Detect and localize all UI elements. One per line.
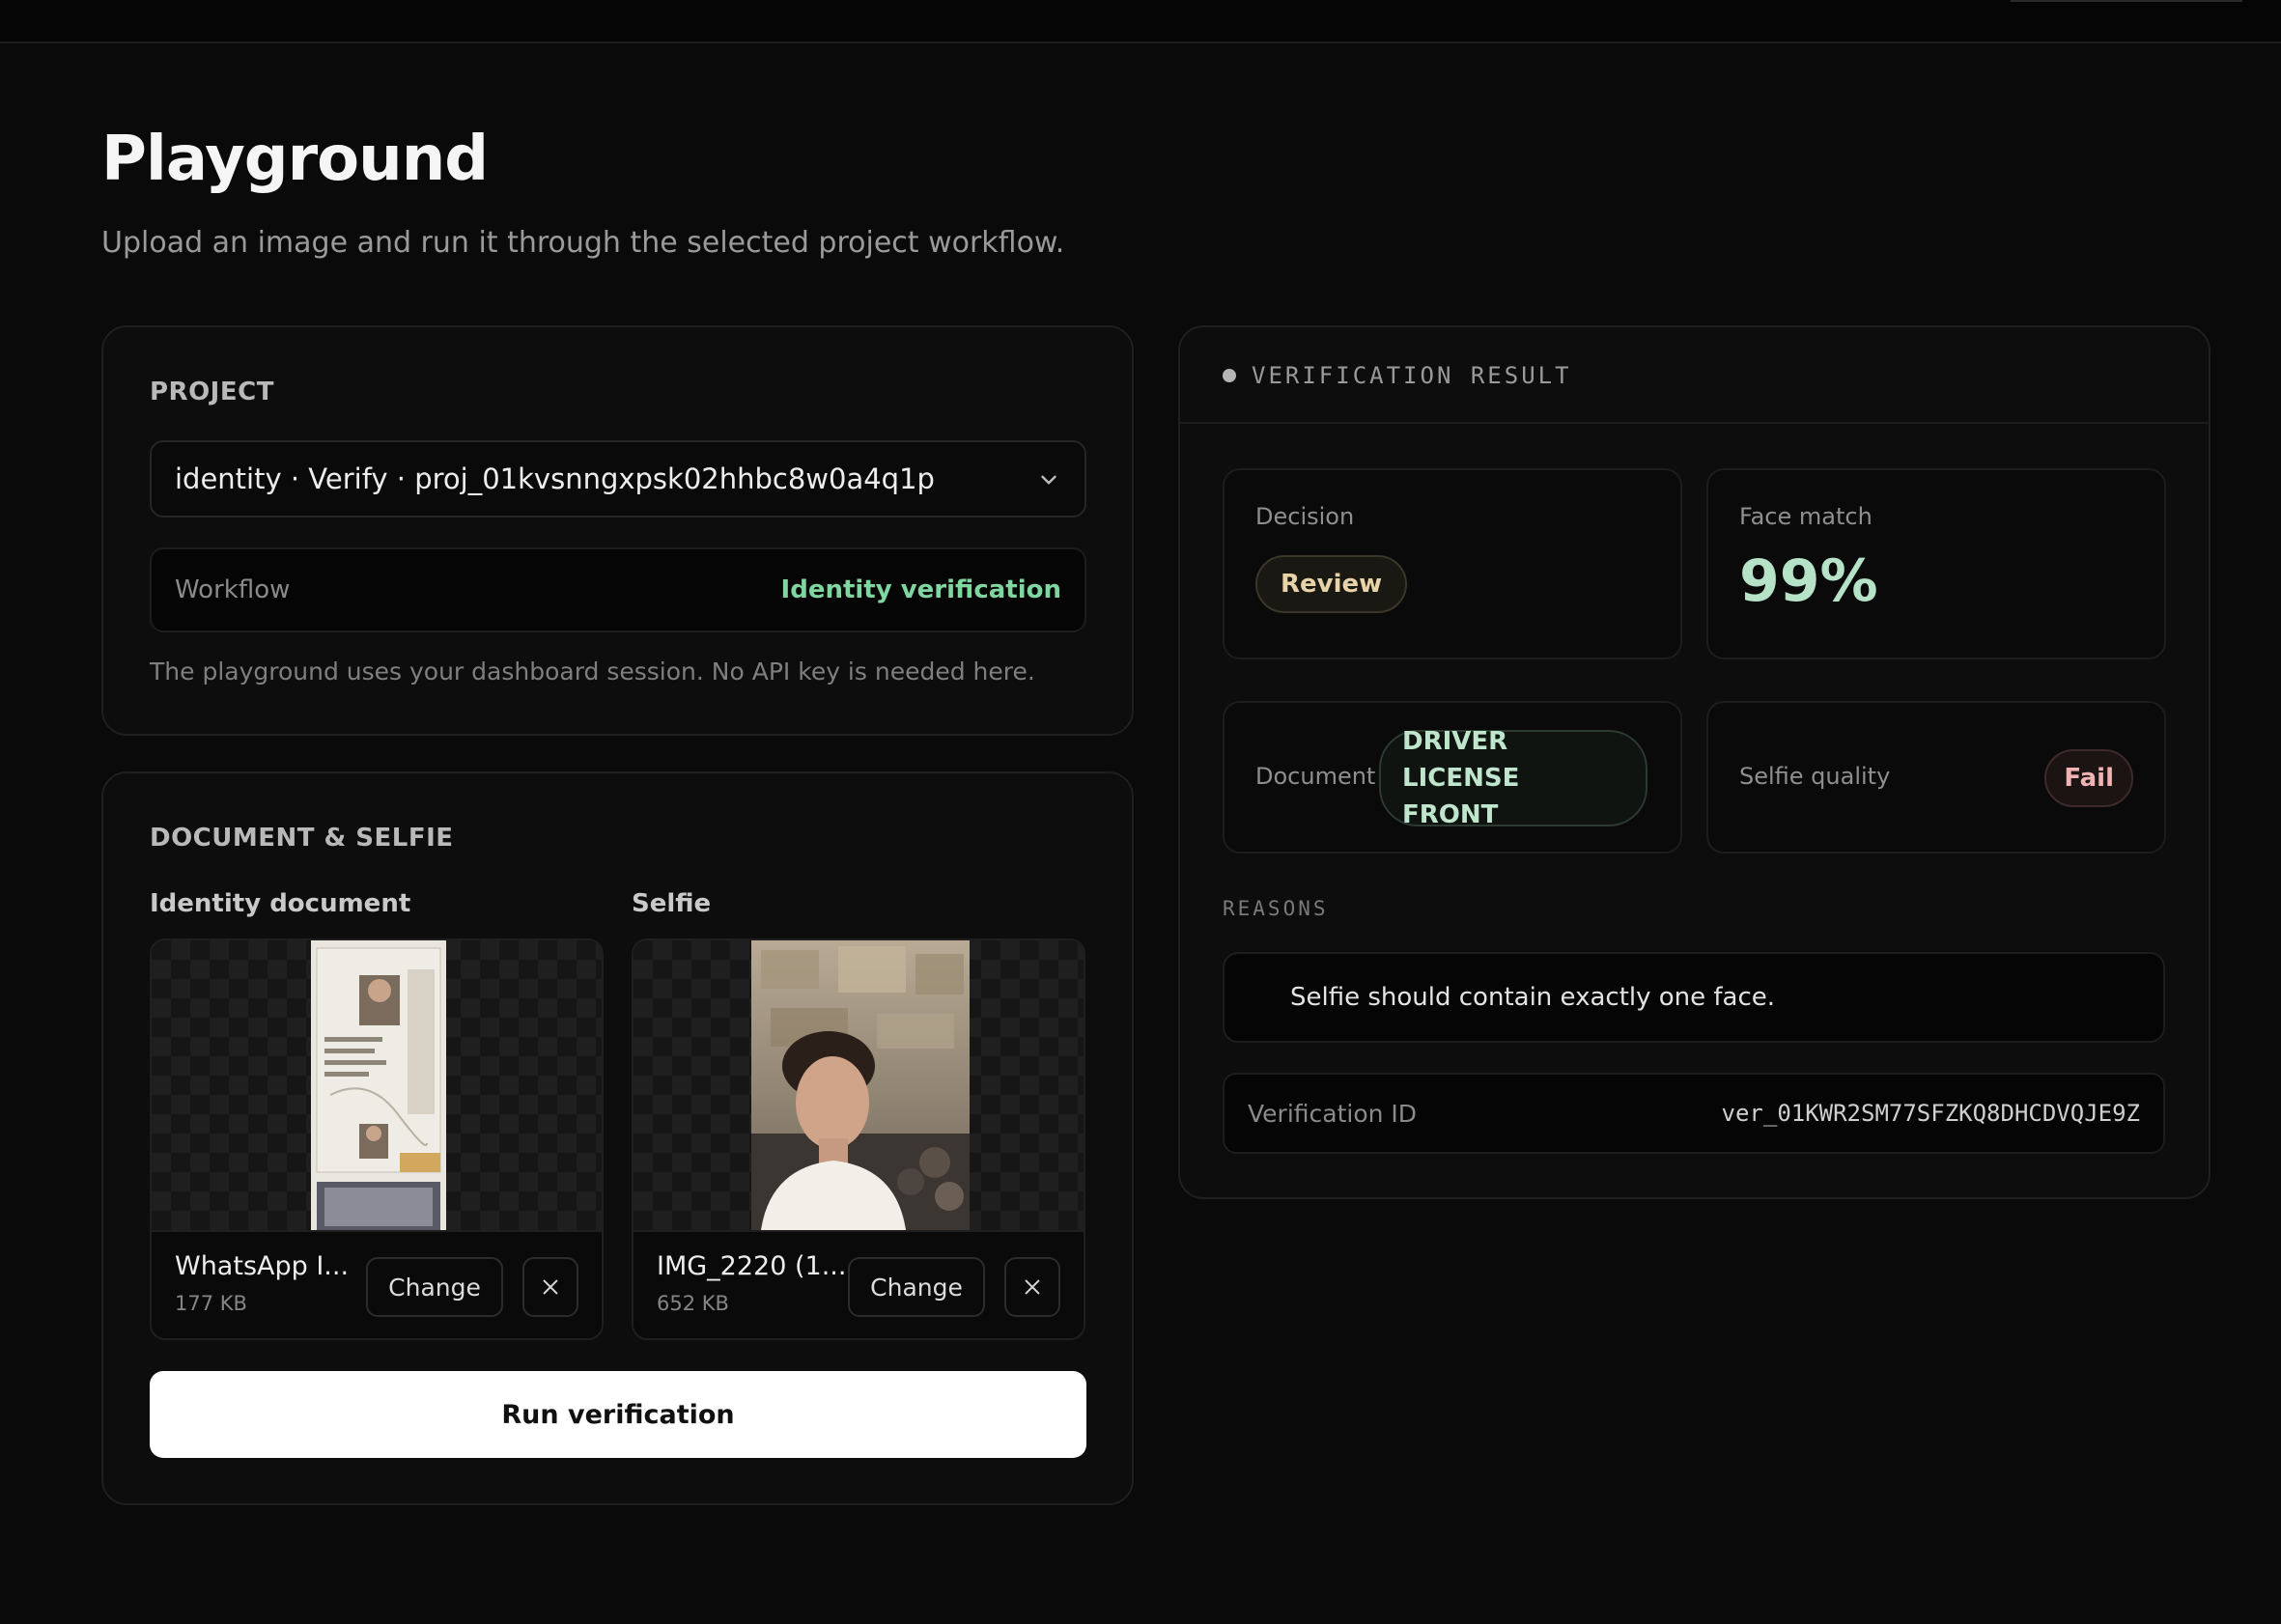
upload-section-label: DOCUMENT & SELFIE	[150, 824, 454, 853]
close-icon	[543, 1279, 558, 1295]
result-card: VERIFICATION RESULT Decision Review Face…	[1178, 325, 2211, 1199]
document-file-name: WhatsApp I...	[175, 1251, 350, 1281]
document-label: Identity document	[150, 889, 411, 918]
document-upload[interactable]: WhatsApp I... 177 KB Change	[150, 938, 604, 1340]
document-type-tile: Document DRIVER LICENSE FRONT	[1223, 701, 1682, 854]
decision-tile: Decision Review	[1223, 468, 1682, 659]
result-header: VERIFICATION RESULT	[1180, 327, 2209, 424]
close-icon	[1025, 1279, 1040, 1295]
face-match-tile: Face match 99%	[1706, 468, 2166, 659]
selfie-remove-button[interactable]	[1004, 1257, 1060, 1317]
status-dot-icon	[1223, 369, 1236, 382]
session-note: The playground uses your dashboard sessi…	[150, 658, 1035, 686]
selfie-upload[interactable]: IMG_2220 (1... 652 KB Change	[632, 938, 1085, 1340]
project-select[interactable]: identity · Verify · proj_01kvsnngxpsk02h…	[150, 440, 1086, 518]
top-bar	[0, 0, 2281, 43]
selfie-quality-value: Fail	[2064, 764, 2114, 793]
project-card: PROJECT identity · Verify · proj_01kvsnn…	[101, 325, 1134, 736]
page-title: Playground	[101, 124, 489, 195]
workflow-label: Workflow	[175, 575, 291, 604]
selfie-file-size: 652 KB	[657, 1292, 729, 1315]
face-match-label: Face match	[1739, 503, 1873, 530]
result-title: VERIFICATION RESULT	[1252, 362, 1572, 389]
workflow-value: Identity verification	[780, 575, 1061, 604]
document-change-button[interactable]: Change	[366, 1257, 503, 1317]
reason-item: Selfie should contain exactly one face.	[1223, 952, 2165, 1043]
reasons-label: REASONS	[1223, 897, 1329, 920]
document-thumbnail	[311, 940, 446, 1230]
project-section-label: PROJECT	[150, 378, 274, 406]
document-type-label: Document	[1255, 763, 1376, 790]
verification-id-label: Verification ID	[1248, 1099, 1418, 1128]
document-file-size: 177 KB	[175, 1292, 247, 1315]
selfie-quality-badge: Fail	[2044, 749, 2133, 807]
workflow-row: Workflow Identity verification	[150, 547, 1086, 632]
selfie-label: Selfie	[632, 889, 712, 918]
top-bar-accent	[2011, 0, 2242, 2]
verification-id-row: Verification ID ver_01KWR2SM77SFZKQ8DHCD…	[1223, 1073, 2165, 1154]
project-select-value: identity · Verify · proj_01kvsnngxpsk02h…	[175, 462, 935, 495]
selfie-thumbnail	[751, 940, 970, 1230]
face-match-value: 99%	[1739, 547, 1878, 615]
selfie-quality-tile: Selfie quality Fail	[1706, 701, 2166, 854]
document-type-badge: DRIVER LICENSE FRONT	[1379, 727, 1647, 829]
selfie-preview	[634, 940, 1084, 1232]
decision-value: Review	[1281, 570, 1383, 599]
selfie-quality-label: Selfie quality	[1739, 763, 1891, 790]
document-type-value-line1: DRIVER LICENSE	[1402, 727, 1520, 793]
decision-badge: Review	[1255, 555, 1408, 613]
run-verification-button[interactable]: Run verification	[150, 1371, 1086, 1458]
page-subtitle: Upload an image and run it through the s…	[101, 226, 1065, 260]
document-type-value-line2: FRONT	[1402, 800, 1499, 829]
reason-text: Selfie should contain exactly one face.	[1290, 983, 1776, 1012]
decision-label: Decision	[1255, 503, 1355, 530]
chevron-down-icon	[1041, 475, 1056, 485]
document-preview	[152, 940, 602, 1232]
document-remove-button[interactable]	[522, 1257, 578, 1317]
selfie-file-name: IMG_2220 (1...	[657, 1251, 847, 1281]
selfie-change-button[interactable]: Change	[848, 1257, 985, 1317]
upload-card: DOCUMENT & SELFIE Identity document Self…	[101, 771, 1134, 1505]
verification-id-value[interactable]: ver_01KWR2SM77SFZKQ8DHCDVQJE9Z	[1722, 1100, 2140, 1127]
